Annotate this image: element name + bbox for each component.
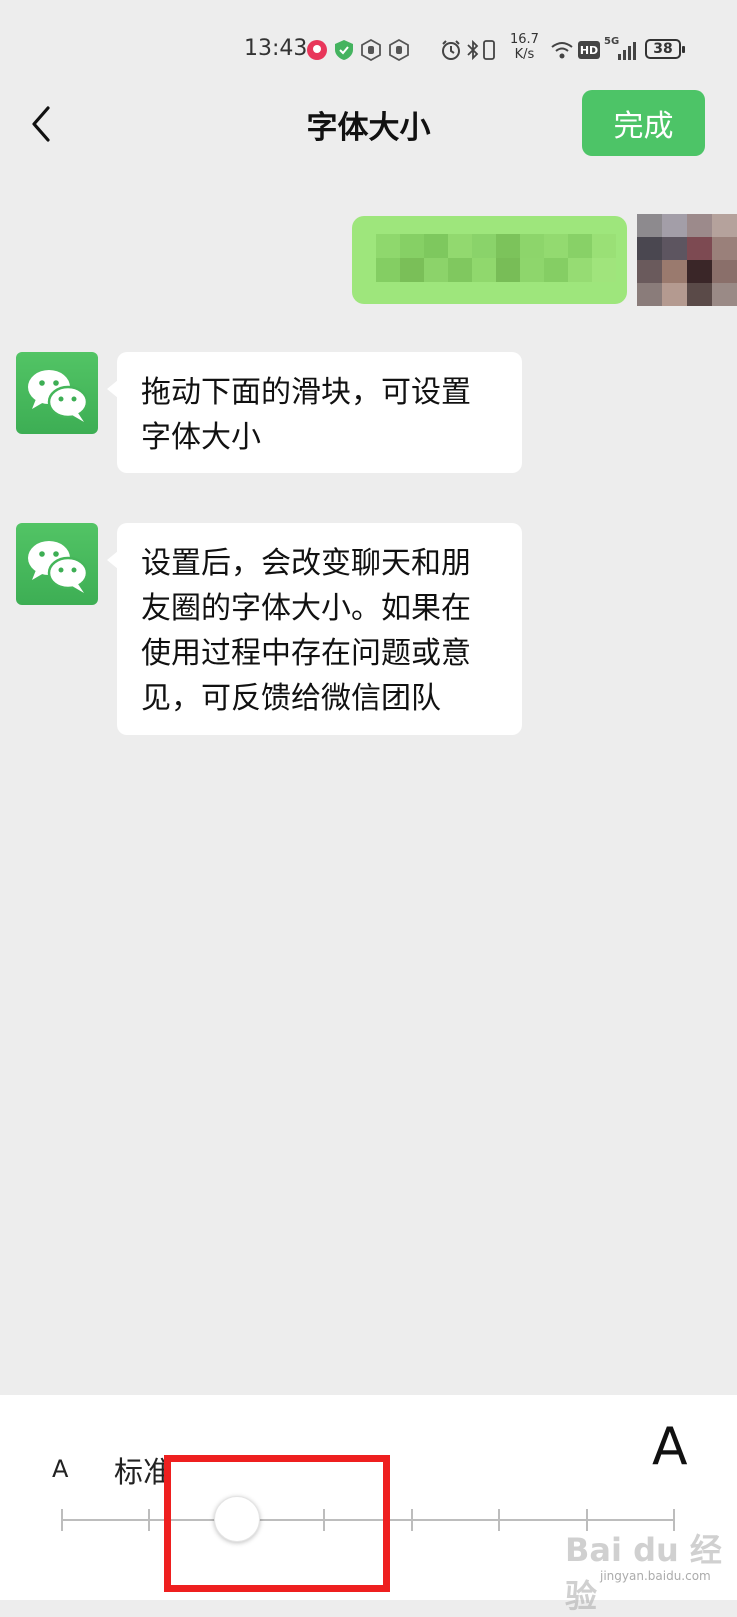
vibrate-icon: [482, 38, 496, 62]
done-button[interactable]: 完成: [582, 90, 705, 156]
network-speed-unit: K/s: [514, 47, 535, 62]
bluetooth-icon: [465, 38, 481, 62]
message-bubble: 拖动下面的滑块，可设置字体大小: [107, 352, 522, 473]
app-notification-icon: [306, 38, 328, 62]
network-speed-value: 16.7: [510, 32, 539, 47]
wifi-icon: [550, 38, 574, 62]
battery-indicator: 38: [645, 39, 685, 59]
network-speed: 16.7 K/s: [510, 32, 539, 62]
message-bubble: 设置后，会改变聊天和朋友圈的字体大小。如果在使用过程中存在问题或意见，可反馈给微…: [107, 523, 522, 735]
small-size-glyph: A: [52, 1455, 69, 1483]
hand-icon-2: [388, 38, 410, 62]
hd-badge: HD: [578, 41, 600, 59]
own-avatar-redacted: [637, 214, 737, 306]
watermark-sub: jingyan.baidu.com: [600, 1569, 711, 1583]
alarm-icon: [440, 38, 462, 62]
hand-icon: [360, 38, 382, 62]
slider-tick[interactable]: [498, 1509, 501, 1531]
status-time: 13:43: [244, 36, 308, 61]
status-bar: 13:43 16.7 K/s HD 5G 38: [0, 0, 737, 80]
slider-tick[interactable]: [148, 1509, 151, 1531]
annotation-highlight-box: [164, 1455, 390, 1592]
own-message-bubble-redacted: [352, 216, 627, 304]
font-size-panel: A 标准 A Bai du 经验 jingyan.baidu.com: [0, 1395, 737, 1615]
signal-icon: [617, 38, 639, 62]
wechat-logo-icon: [16, 352, 98, 434]
large-size-glyph: A: [652, 1417, 688, 1477]
pixelated-text: [376, 234, 616, 282]
wechat-logo-icon: [16, 523, 98, 605]
slider-tick[interactable]: [61, 1509, 63, 1531]
shield-check-icon: [334, 38, 354, 62]
slider-tick[interactable]: [410, 1509, 413, 1531]
